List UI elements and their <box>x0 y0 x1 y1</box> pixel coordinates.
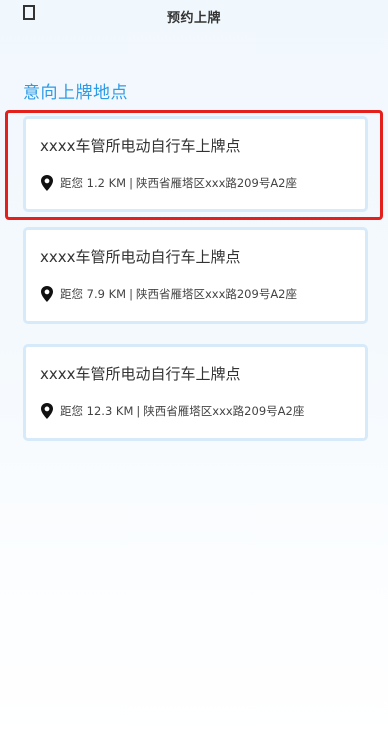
location-name: xxxx车管所电动自行车上牌点 <box>40 137 241 155</box>
location-address: 陕西省雁塔区xxx路209号A2座 <box>135 287 298 301</box>
location-meta: 距您 1.2 KM | 陕西省雁塔区xxx路209号A2座 <box>40 175 297 191</box>
location-pin-icon <box>40 286 54 302</box>
location-address: 陕西省雁塔区xxx路209号A2座 <box>143 404 305 418</box>
page-title: 预约上牌 <box>166 11 221 26</box>
location-card[interactable]: xxxx车管所电动自行车上牌点 距您 7.9 KM | 陕西省雁塔区xxx路20… <box>23 227 368 324</box>
location-card[interactable]: xxxx车管所电动自行车上牌点 距您 12.3 KM | 陕西省雁塔区xxx路2… <box>23 344 368 441</box>
location-address: 陕西省雁塔区xxx路209号A2座 <box>135 176 298 190</box>
separator: | <box>129 176 133 190</box>
location-card[interactable]: xxxx车管所电动自行车上牌点 距您 1.2 KM | 陕西省雁塔区xxx路20… <box>23 116 368 212</box>
location-distance: 距您 1.2 KM <box>60 176 127 190</box>
location-name: xxxx车管所电动自行车上牌点 <box>40 365 241 383</box>
location-meta: 距您 12.3 KM | 陕西省雁塔区xxx路209号A2座 <box>40 403 304 419</box>
header-bar: 预约上牌 <box>0 0 388 32</box>
location-distance: 距您 12.3 KM <box>60 404 134 418</box>
section-title: 意向上牌地点 <box>23 83 128 103</box>
location-pin-icon <box>40 175 54 191</box>
location-pin-icon <box>40 403 54 419</box>
separator: | <box>136 404 141 418</box>
location-meta: 距您 7.9 KM | 陕西省雁塔区xxx路209号A2座 <box>40 286 297 302</box>
separator: | <box>129 287 133 301</box>
location-name: xxxx车管所电动自行车上牌点 <box>40 248 241 266</box>
location-distance: 距您 7.9 KM <box>60 287 127 301</box>
